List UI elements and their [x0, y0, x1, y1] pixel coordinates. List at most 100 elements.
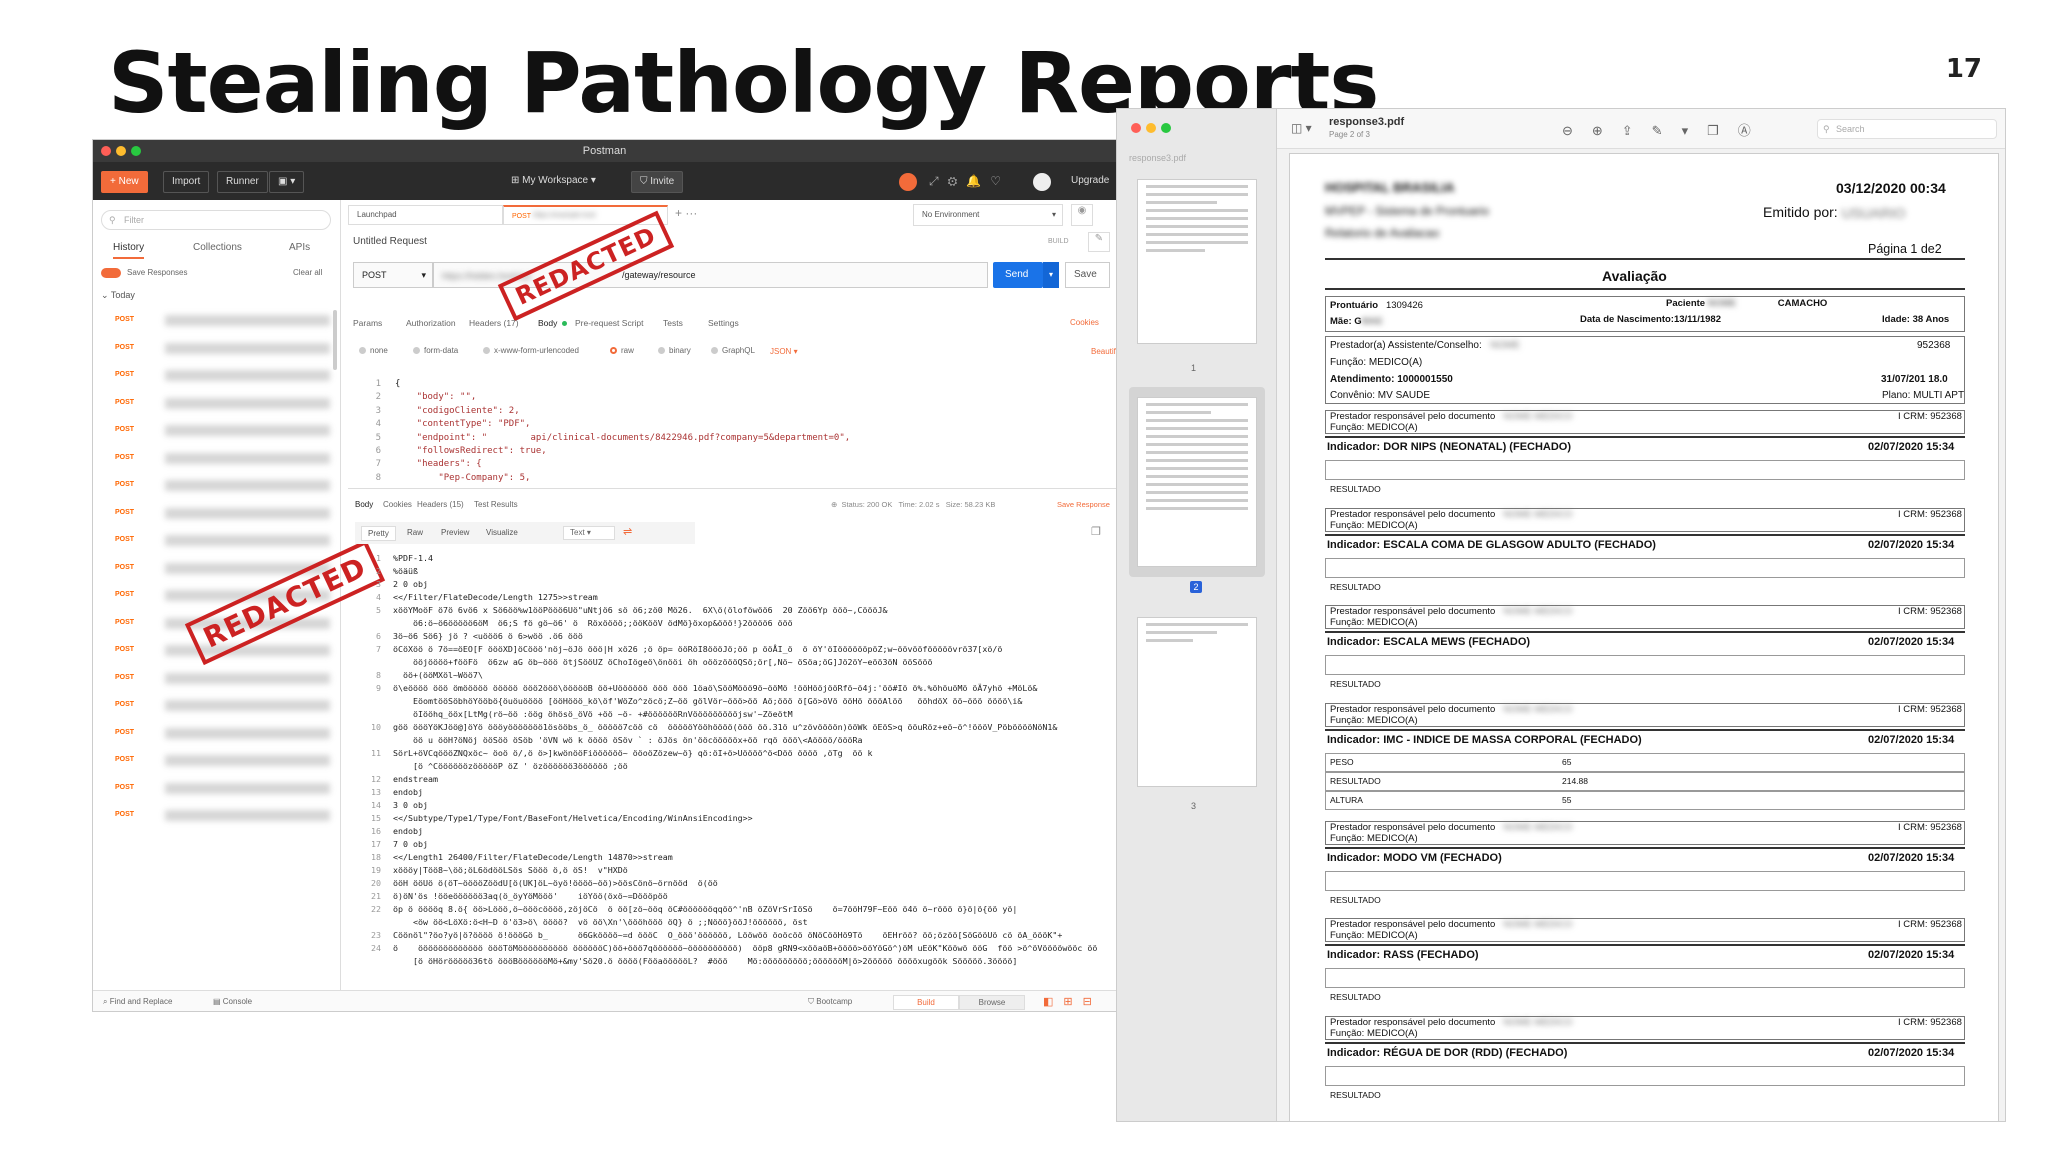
cookies-link[interactable]: Cookies: [1070, 318, 1099, 327]
history-item[interactable]: POST: [115, 425, 330, 437]
request-subtab[interactable]: Body: [538, 318, 557, 328]
save-responses-toggle[interactable]: [101, 268, 121, 278]
atendimento: Atendimento: 1000001550: [1330, 374, 1453, 385]
pdf-tool-icons[interactable]: ⊖⊕⇪✎▾❐Ⓐ: [1562, 120, 1770, 139]
code-line: öö u ööH?öNöj ööSöö öSöb 'öVN wö k öööö …: [355, 734, 1115, 747]
request-subtab[interactable]: Headers (17): [469, 318, 519, 328]
response-tab[interactable]: Cookies: [383, 500, 412, 509]
history-item[interactable]: POST: [115, 810, 330, 822]
thumbnail-sidebar: response3.pdf 1 2 3: [1117, 109, 1277, 1121]
console-button[interactable]: ▤ Console: [213, 997, 252, 1006]
history-item[interactable]: POST: [115, 315, 330, 327]
find-replace-button[interactable]: ⌕ Find and Replace: [103, 997, 172, 1007]
request-body-editor[interactable]: 1{2 "body": "", 3 "codigoCliente": 2, 4 "c…: [355, 378, 1105, 486]
history-item[interactable]: POST: [115, 535, 330, 547]
format-select[interactable]: JSON ▾: [770, 347, 798, 356]
eye-icon[interactable]: ◉: [1071, 204, 1093, 226]
body-type-option[interactable]: GraphQL: [711, 346, 755, 355]
today-group[interactable]: ⌄ Today: [101, 290, 135, 301]
new-button[interactable]: + New: [101, 171, 148, 193]
line-number: 22: [371, 904, 381, 914]
method-select[interactable]: POST ▾: [353, 262, 433, 288]
bootcamp-button[interactable]: ⛉ Bootcamp: [808, 997, 852, 1007]
browse-toggle[interactable]: Browse: [959, 995, 1025, 1010]
response-view-button[interactable]: Visualize: [480, 526, 524, 539]
line-text: ö\eöööö ööö ömööööö ööööö ööö2ööö\öööööB…: [393, 683, 1038, 693]
history-item[interactable]: POST: [115, 342, 330, 355]
edit-icon[interactable]: ✎: [1088, 232, 1110, 252]
imc-value: 65: [1562, 756, 1572, 767]
response-view-button[interactable]: Preview: [435, 526, 475, 539]
history-item[interactable]: POST: [115, 452, 330, 465]
toolbar-icons[interactable]: ⤢⚙🔔♡: [929, 174, 1010, 189]
send-dropdown[interactable]: ▾: [1043, 262, 1059, 288]
history-item[interactable]: POST: [115, 672, 330, 685]
thumbnail-page-1[interactable]: [1137, 179, 1257, 344]
filter-input[interactable]: ⚲ Filter: [101, 210, 331, 230]
history-item[interactable]: POST: [115, 700, 330, 712]
layout-icons[interactable]: ◧⊞⊟: [1043, 995, 1102, 1008]
window-controls[interactable]: [1131, 123, 1176, 134]
status-text: Status: 200 OK: [841, 500, 893, 509]
save-response-button[interactable]: Save Response: [1057, 500, 1110, 509]
history-item[interactable]: POST: [115, 782, 330, 795]
text-mode-select[interactable]: Text ▾: [563, 526, 615, 540]
workspace-selector[interactable]: ⊞ My Workspace ▾: [503, 171, 604, 193]
import-button[interactable]: Import: [163, 171, 210, 193]
body-type-option[interactable]: binary: [658, 346, 691, 355]
response-tab[interactable]: Body: [355, 500, 373, 509]
request-name[interactable]: Untitled Request: [353, 236, 427, 247]
search-field[interactable]: ⚲ Search: [1817, 119, 1997, 139]
sync-icon[interactable]: [899, 173, 917, 191]
tab-collections[interactable]: Collections: [193, 242, 242, 253]
sidebar-toggle-icon[interactable]: ◫ ▾: [1291, 121, 1312, 135]
invite-button[interactable]: ⛉ Invite: [631, 171, 684, 193]
response-body[interactable]: 1 %PDF-1.4 2 %öäüß 3 2 0 obj 4 <</Filter/FlateD…: [355, 552, 1115, 992]
line-text: xööYMoöF ö7ö 6vö6 x Sö6öö%w1ööPööö6Uö"uN…: [393, 605, 888, 615]
history-item[interactable]: POST: [115, 755, 330, 767]
response-view-button[interactable]: Pretty: [361, 526, 396, 541]
history-url-redacted: [165, 700, 330, 711]
environment-select[interactable]: No Environment ▾: [913, 204, 1063, 226]
thumbnail-page-2[interactable]: [1137, 397, 1257, 567]
response-tab[interactable]: Test Results: [474, 500, 518, 509]
request-subtab[interactable]: Settings: [708, 318, 739, 328]
body-type-option[interactable]: form-data: [413, 346, 458, 355]
new-window-button[interactable]: ▣ ▾: [269, 171, 305, 193]
tab-launchpad[interactable]: Launchpad: [348, 205, 503, 225]
request-subtab[interactable]: Authorization: [406, 318, 456, 328]
request-subtab[interactable]: Params: [353, 318, 382, 328]
avatar[interactable]: [1033, 173, 1051, 191]
window-controls[interactable]: [101, 146, 146, 158]
body-type-option[interactable]: raw: [610, 346, 634, 355]
tab-history[interactable]: History: [113, 242, 145, 259]
response-view-button[interactable]: Raw: [401, 526, 429, 539]
upgrade-button[interactable]: Upgrade: [1063, 171, 1116, 193]
response-tab[interactable]: Headers (15): [417, 500, 464, 509]
history-item[interactable]: POST: [115, 370, 330, 382]
indicator-rule: [1325, 436, 1965, 438]
history-item[interactable]: POST: [115, 507, 330, 520]
add-tab-button[interactable]: + ···: [675, 206, 697, 220]
body-type-option[interactable]: none: [359, 346, 388, 355]
tab-apis[interactable]: APIs: [289, 242, 310, 253]
save-button[interactable]: Save: [1065, 262, 1110, 288]
history-item[interactable]: POST: [115, 397, 330, 410]
history-item[interactable]: POST: [115, 480, 330, 492]
beautify-link[interactable]: Beautif: [1091, 347, 1116, 356]
runner-button[interactable]: Runner: [217, 171, 268, 193]
copy-icon[interactable]: ❐: [1091, 525, 1101, 538]
build-toggle[interactable]: Build: [893, 995, 959, 1010]
history-method: POST: [115, 618, 135, 626]
send-button[interactable]: Send: [993, 262, 1043, 288]
request-subtab[interactable]: Tests: [663, 318, 683, 328]
request-subtab[interactable]: Pre-request Script: [575, 318, 644, 328]
wrap-icon[interactable]: ⇌: [623, 525, 632, 538]
body-type-option[interactable]: x-www-form-urlencoded: [483, 346, 579, 355]
clear-all-link[interactable]: Clear all: [293, 268, 322, 277]
divider: [348, 488, 1116, 489]
thumbnail-page-3[interactable]: [1137, 617, 1257, 787]
scrollbar[interactable]: [333, 310, 337, 370]
response-body-lines: 1 %PDF-1.4 2 %öäüß 3 2 0 obj 4 <</Filter/FlateD…: [355, 552, 1115, 968]
history-item[interactable]: POST: [115, 727, 330, 740]
